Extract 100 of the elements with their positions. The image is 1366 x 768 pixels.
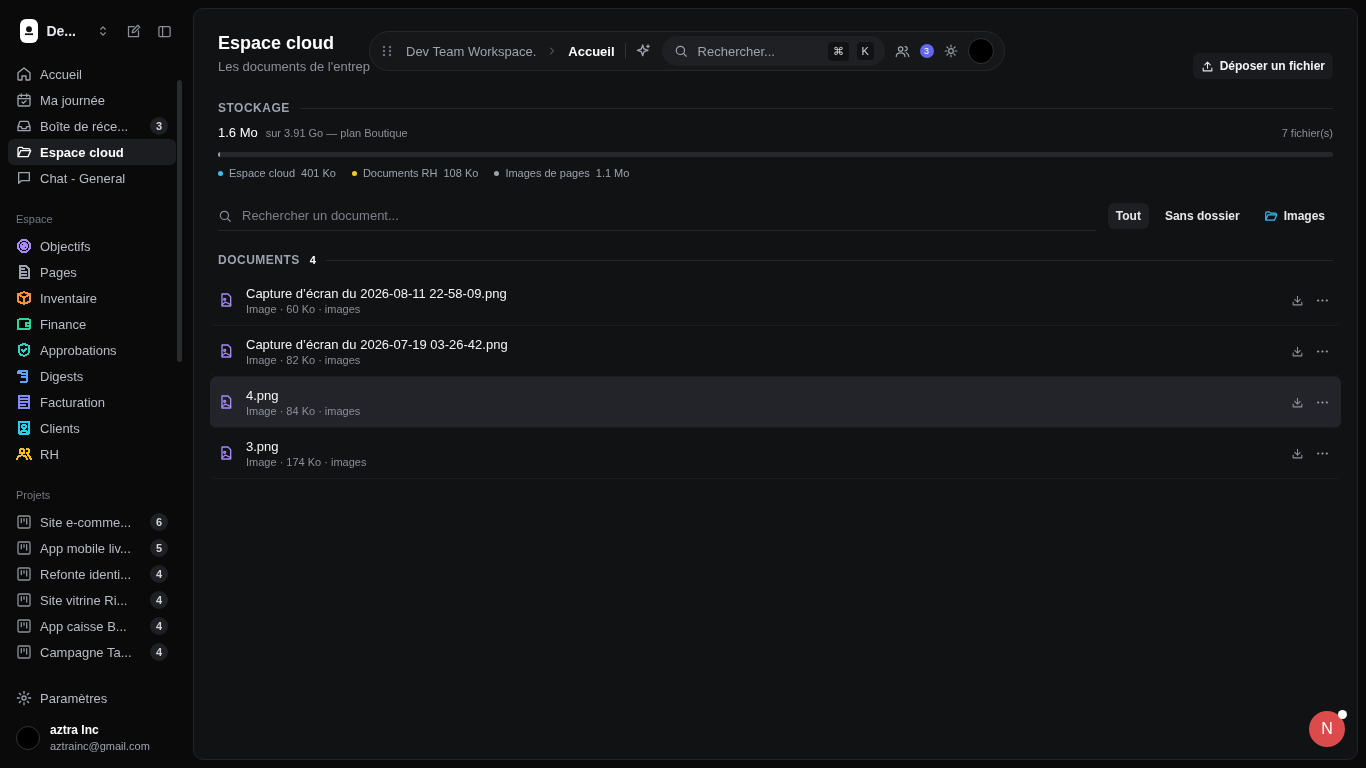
count-badge: 4 bbox=[150, 617, 168, 635]
home-icon bbox=[16, 66, 32, 82]
image-file-icon bbox=[218, 445, 234, 461]
shortcut-key: K bbox=[856, 42, 874, 60]
nav-item[interactable]: Ma journée bbox=[8, 87, 176, 113]
document-name: 4.png bbox=[246, 387, 280, 403]
nav-item[interactable]: Clients bbox=[8, 415, 176, 441]
document-meta: Image · 174 Ko · images bbox=[246, 455, 367, 468]
user-email: aztrainc@gmail.com bbox=[50, 740, 150, 752]
filter-tab[interactable]: Tout bbox=[1107, 203, 1149, 229]
count-badge: 3 bbox=[150, 117, 168, 135]
project-item[interactable]: Site vitrine Ri... 4 bbox=[8, 587, 176, 613]
users-icon bbox=[894, 43, 910, 59]
breadcrumb-current: Accueil bbox=[568, 43, 615, 59]
nav-item[interactable]: Inventaire bbox=[8, 285, 176, 311]
nav-item[interactable]: Pages bbox=[8, 259, 176, 285]
edit-icon bbox=[126, 23, 141, 39]
nav-item[interactable]: Finance bbox=[8, 311, 176, 337]
document-row[interactable]: Capture d’écran du 2026-08-11 22-58-09.png Image · 60 Ko · images bbox=[210, 275, 1341, 326]
page-subtitle: Les documents de l'entrep bbox=[218, 59, 371, 74]
search-field[interactable]: Rechercher... ⌘ K bbox=[661, 36, 885, 66]
assistant-button[interactable]: N bbox=[1309, 711, 1345, 747]
document-meta: Image · 84 Ko · images bbox=[246, 404, 361, 417]
nav-item[interactable]: Objectifs bbox=[8, 233, 176, 259]
storage-quota: sur 3.91 Go — plan Boutique bbox=[265, 127, 408, 139]
document-name: 3.png bbox=[246, 438, 280, 454]
breadcrumb-link[interactable]: Dev Team Workspace. bbox=[406, 43, 537, 59]
document-meta: Image · 82 Ko · images bbox=[246, 353, 362, 366]
search-icon bbox=[673, 44, 688, 58]
document-meta: Image · 60 Ko · images bbox=[246, 302, 362, 315]
download-icon bbox=[1291, 344, 1304, 358]
calendar-icon bbox=[16, 92, 32, 108]
sun-icon bbox=[943, 44, 958, 58]
count-badge: 5 bbox=[150, 539, 168, 557]
drag-handle-icon[interactable] bbox=[382, 45, 392, 57]
document-row[interactable]: 4.png Image · 84 Ko · images bbox=[210, 377, 1341, 428]
legend-size: 401 Ko bbox=[301, 167, 336, 179]
project-item[interactable]: Refonte identi... 4 bbox=[8, 561, 176, 587]
nav-item[interactable]: Facturation bbox=[8, 389, 176, 415]
project-item[interactable]: Site e-comme... 6 bbox=[8, 509, 176, 535]
file-count: 7 fichier(s) bbox=[1281, 127, 1333, 139]
settings-item[interactable]: Paramètres bbox=[8, 685, 176, 711]
filter-tab[interactable]: Sans dossier bbox=[1156, 203, 1248, 229]
upload-button[interactable]: Déposer un fichier bbox=[1192, 53, 1333, 79]
search-icon bbox=[218, 208, 232, 223]
sidebar-toggle-icon bbox=[157, 23, 172, 39]
legend-size: 108 Ko bbox=[443, 167, 479, 179]
legend-label: Espace cloud bbox=[229, 167, 296, 179]
nav-item[interactable]: Approbations bbox=[8, 337, 176, 363]
folder-icon bbox=[16, 144, 32, 160]
status-dot bbox=[1338, 710, 1347, 719]
board-icon bbox=[16, 566, 32, 582]
section-heading: DOCUMENTS bbox=[218, 253, 300, 267]
scrollbar[interactable] bbox=[177, 80, 182, 362]
workspace-name[interactable]: De... bbox=[46, 23, 76, 39]
sparkle-icon bbox=[635, 43, 652, 59]
count-badge: 4 bbox=[150, 565, 168, 583]
count-badge: 4 bbox=[150, 643, 168, 661]
shortcut-key: ⌘ bbox=[827, 41, 849, 61]
filter-tab[interactable]: Images bbox=[1255, 203, 1333, 229]
upload-icon bbox=[1200, 59, 1214, 73]
page-title: Espace cloud bbox=[218, 33, 336, 54]
nav-item[interactable]: Chat - General bbox=[8, 165, 176, 191]
storage-used: 1.6 Mo bbox=[218, 125, 258, 140]
document-name: Capture d’écran du 2026-07-19 03-26-42.png bbox=[246, 336, 508, 352]
nav-item[interactable]: Digests bbox=[8, 363, 176, 389]
settings-icon bbox=[16, 690, 32, 706]
folder-icon bbox=[1263, 209, 1278, 223]
nav-item[interactable]: Accueil bbox=[8, 61, 176, 87]
download-icon bbox=[1291, 293, 1304, 307]
legend-size: 1.1 Mo bbox=[595, 167, 630, 179]
download-icon bbox=[1291, 395, 1304, 409]
nav-item[interactable]: RH bbox=[8, 441, 176, 467]
image-file-icon bbox=[218, 292, 234, 308]
board-icon bbox=[16, 592, 32, 608]
workspace-logo[interactable] bbox=[20, 19, 39, 43]
section-title: Projets bbox=[15, 488, 52, 503]
chat-icon bbox=[16, 170, 32, 186]
nav-item[interactable]: Boîte de réce... 3 bbox=[8, 113, 176, 139]
image-file-icon bbox=[218, 343, 234, 359]
user-name: aztra Inc bbox=[50, 723, 100, 737]
project-item[interactable]: Campagne Ta... 4 bbox=[8, 639, 176, 665]
download-icon bbox=[1291, 446, 1304, 460]
search-input[interactable]: Rechercher... bbox=[695, 42, 820, 60]
board-icon bbox=[16, 618, 32, 634]
notification-badge[interactable]: 3 bbox=[919, 44, 934, 58]
project-item[interactable]: App caisse B... 4 bbox=[8, 613, 176, 639]
legend-label: Documents RH bbox=[362, 167, 438, 179]
document-search-field[interactable]: Rechercher un document... bbox=[240, 207, 1096, 224]
project-item[interactable]: App mobile liv... 5 bbox=[8, 535, 176, 561]
board-icon bbox=[16, 644, 32, 660]
board-icon bbox=[16, 540, 32, 556]
count-badge: 6 bbox=[150, 513, 168, 531]
document-count: 4 bbox=[309, 254, 316, 266]
document-row[interactable]: 3.png Image · 174 Ko · images bbox=[210, 428, 1341, 479]
section-title: Espace bbox=[15, 212, 54, 227]
nav-item[interactable]: Espace cloud bbox=[8, 139, 176, 165]
section-heading: STOCKAGE bbox=[218, 101, 290, 115]
legend-label: Images de pages bbox=[505, 167, 590, 179]
document-name: Capture d’écran du 2026-08-11 22-58-09.png bbox=[246, 285, 507, 301]
